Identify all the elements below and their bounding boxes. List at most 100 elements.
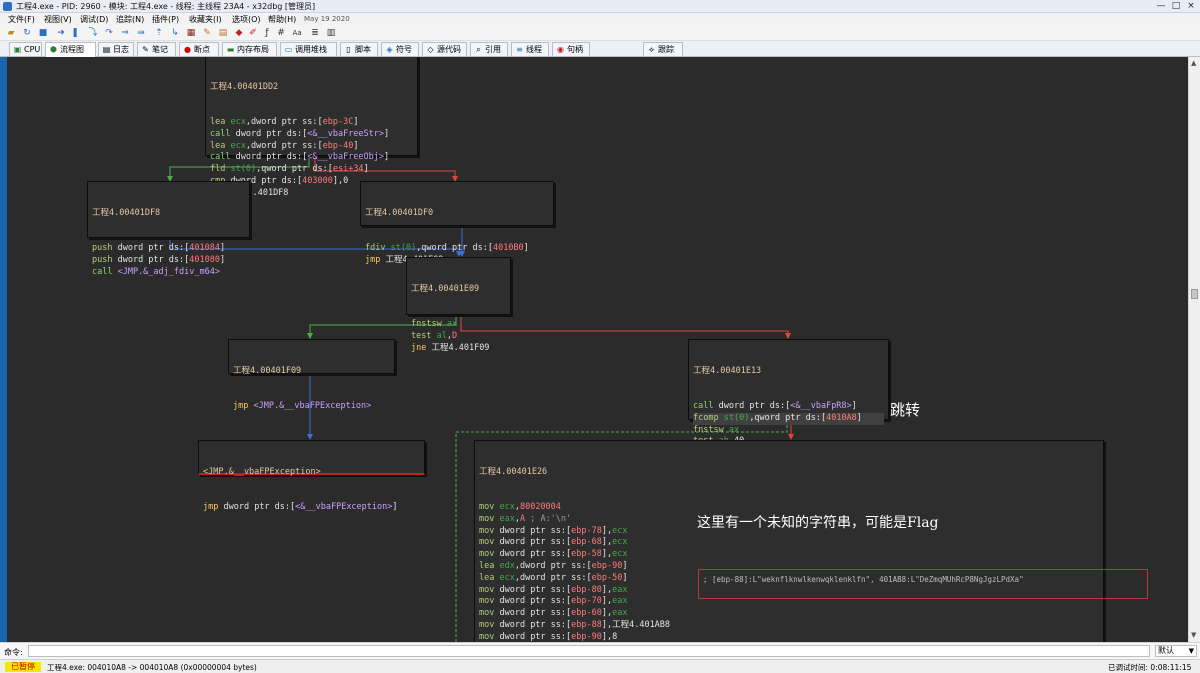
asm-line[interactable]: jmp <JMP.&__vbaFPException>	[233, 401, 390, 413]
asm-line[interactable]: mov dword ptr ss:[ebp-90],8	[479, 632, 1099, 642]
code-block-401E26[interactable]: 工程4.00401E26 mov ecx,80020004 mov eax,A ;…	[474, 440, 1104, 642]
minimize-button[interactable]: —	[1154, 1, 1168, 12]
asm-line[interactable]: push dword ptr ds:[401084]	[92, 243, 245, 255]
patch-icon[interactable]: ▦	[186, 28, 196, 38]
asm-line[interactable]: lea ecx,dword ptr ss:[ebp-40]	[210, 141, 413, 153]
tab-breakpoints[interactable]: ● 断点	[179, 42, 219, 56]
asm-line[interactable]: call dword ptr ds:[<&__vbaFreeObj>]	[210, 152, 413, 164]
asm-line[interactable]: fld st(0),qword ptr ds:[esi+34]	[210, 164, 413, 176]
tab-graph[interactable]: ⬢ 流程图	[45, 42, 96, 57]
comment-icon[interactable]: ✎	[202, 28, 212, 38]
block-header: <JMP.&__vbaFPException>	[203, 466, 321, 477]
tab-cpu[interactable]: ▣ CPU	[9, 42, 42, 56]
vertical-scrollbar[interactable]: ▲ ▼	[1188, 57, 1200, 642]
asm-line[interactable]: fnstsw ax	[411, 319, 506, 331]
jump-annotation: 跳转	[890, 401, 921, 419]
code-block-401E13[interactable]: 工程4.00401E13 call dword ptr ds:[<&__vbaF…	[688, 339, 889, 458]
close-button[interactable]: ×	[1184, 1, 1198, 12]
stop-icon[interactable]: ■	[38, 28, 48, 38]
strings-icon[interactable]: ≣	[310, 28, 320, 38]
maximize-button[interactable]: □	[1169, 1, 1183, 12]
command-label: 命令:	[4, 648, 23, 657]
pause-icon[interactable]: ❚	[70, 28, 80, 38]
asm-token: ecx	[612, 537, 628, 548]
menu-plugins[interactable]: 插件(P)	[152, 14, 179, 25]
asm-token: ,qword ptr ds:[	[256, 164, 333, 175]
tab-notes[interactable]: ✎ 笔记	[137, 42, 176, 56]
tab-call-stack[interactable]: ▭ 调用堆栈	[280, 42, 337, 56]
bookmark-icon[interactable]: ◆	[234, 28, 244, 38]
tab-source[interactable]: ◇ 源代码	[422, 42, 467, 56]
trace-into-icon[interactable]: ⇒	[120, 28, 130, 38]
tab-symbols[interactable]: ◈ 符号	[381, 42, 419, 56]
asm-token: <JMP.&__vbaFPException>	[253, 400, 372, 411]
graph-view[interactable]: 工程4.00401DD2 lea ecx,dword ptr ss:[ebp-3…	[7, 57, 1188, 642]
step-into-icon[interactable]: ⤵	[88, 28, 98, 38]
asm-line[interactable]: fdiv st(0),qword ptr ds:[4010B0]	[365, 243, 549, 255]
asm-token: 工程4.401F09	[431, 342, 490, 353]
menu-help[interactable]: 帮助(H)	[268, 14, 296, 25]
asm-line[interactable]: lea ecx,dword ptr ss:[ebp-3C]	[210, 117, 413, 129]
asm-token: esi+34	[332, 164, 364, 175]
hash-icon[interactable]: #	[276, 28, 286, 38]
code-block-vbaFPException[interactable]: <JMP.&__vbaFPException> jmp dword ptr ds…	[198, 440, 425, 512]
asm-line[interactable]: fcomp st(0),qword ptr ds:[4010A8]	[693, 412, 884, 425]
status-text: 工程4.exe: 004010A8 -> 004010A8 (0x0000000…	[47, 663, 257, 672]
asm-line[interactable]: jne 工程4.401F09	[411, 343, 506, 355]
scroll-down-icon[interactable]: ▼	[1191, 631, 1196, 639]
tab-log[interactable]: ▤ 日志	[98, 42, 134, 56]
font-icon[interactable]: Aa	[292, 28, 302, 38]
calc-icon[interactable]: ▥	[326, 28, 336, 38]
menu-view[interactable]: 视图(V)	[44, 14, 72, 25]
label-icon[interactable]: ▤	[218, 28, 228, 38]
function-icon[interactable]: ✐	[248, 28, 258, 38]
tab-memory-map[interactable]: ▬ 内存布局	[222, 42, 277, 56]
code-block-401DD2[interactable]: 工程4.00401DD2 lea ecx,dword ptr ss:[ebp-3…	[205, 57, 418, 198]
menu-options[interactable]: 选项(O)	[232, 14, 261, 25]
run-icon[interactable]: ➜	[56, 28, 66, 38]
scroll-up-icon[interactable]: ▲	[1191, 59, 1196, 67]
asm-line[interactable]: call dword ptr ds:[<&__vbaFreeStr>]	[210, 129, 413, 141]
execute-till-return-icon[interactable]: ⇡	[154, 28, 164, 38]
menu-file[interactable]: 文件(F)	[8, 14, 35, 25]
command-mode-select[interactable]: 默认 ▼	[1155, 645, 1197, 657]
run-to-user-code-icon[interactable]: ↳	[170, 28, 180, 38]
asm-token: D	[451, 330, 458, 341]
asm-token: fdiv	[365, 242, 391, 253]
tab-script[interactable]: ▯ 脚本	[340, 42, 378, 56]
asm-token: ]	[851, 400, 857, 411]
restart-icon[interactable]: ↻	[22, 28, 32, 38]
breakpoint-icon: ●	[184, 45, 191, 54]
asm-token: st(0)	[723, 412, 750, 423]
asm-line[interactable]: test al,D	[411, 331, 506, 343]
scroll-thumb[interactable]	[1191, 289, 1198, 299]
tab-handles[interactable]: ◉ 句柄	[552, 42, 590, 56]
asm-token: call	[210, 128, 236, 139]
trace-over-icon[interactable]: ⇛	[136, 28, 146, 38]
asm-line[interactable]: call <JMP.&_adj_fdiv_m64>	[92, 267, 245, 279]
asm-line[interactable]: jmp dword ptr ds:[<&__vbaFPException>]	[203, 502, 420, 514]
command-input[interactable]	[28, 645, 1150, 657]
code-block-401DF8[interactable]: 工程4.00401DF8 push dword ptr ds:[401084] p…	[87, 181, 250, 277]
asm-line[interactable]: mov dword ptr ss:[ebp-60],eax	[479, 608, 1099, 620]
open-icon[interactable]: ▰	[6, 28, 16, 38]
code-block-401F09[interactable]: 工程4.00401F09 jmp <JMP.&__vbaFPException>	[228, 339, 395, 411]
asm-token: ]	[384, 128, 390, 139]
menu-debug[interactable]: 调试(D)	[80, 14, 108, 25]
asm-line[interactable]: mov dword ptr ss:[ebp-58],ecx	[479, 549, 1099, 561]
menu-trace[interactable]: 追踪(N)	[116, 14, 144, 25]
asm-line[interactable]: push dword ptr ds:[401080]	[92, 255, 245, 267]
tab-trace[interactable]: ⟡ 跟踪	[643, 42, 683, 56]
asm-line[interactable]: mov dword ptr ss:[ebp-68],ecx	[479, 537, 1099, 549]
asm-line[interactable]: mov dword ptr ss:[ebp-88],工程4.401AB8	[479, 620, 1099, 632]
asm-line[interactable]: call dword ptr ds:[<&__vbaFpR8>]	[693, 401, 884, 413]
asm-line[interactable]: fnstsw ax	[693, 425, 884, 437]
tab-references[interactable]: ⌕ 引用	[470, 42, 508, 56]
step-over-icon[interactable]: ↷	[104, 28, 114, 38]
asm-token: ]	[384, 152, 390, 163]
code-block-401DF0[interactable]: 工程4.00401DF0 fdiv st(0),qword ptr ds:[40…	[360, 181, 554, 265]
menu-favourites[interactable]: 收藏夹(I)	[189, 14, 222, 25]
tab-threads[interactable]: ≡ 线程	[511, 42, 549, 56]
code-block-401E09[interactable]: 工程4.00401E09 fnstsw ax test al,D jne 工程4.4…	[406, 257, 511, 353]
fx-icon[interactable]: ƒ	[262, 28, 272, 38]
